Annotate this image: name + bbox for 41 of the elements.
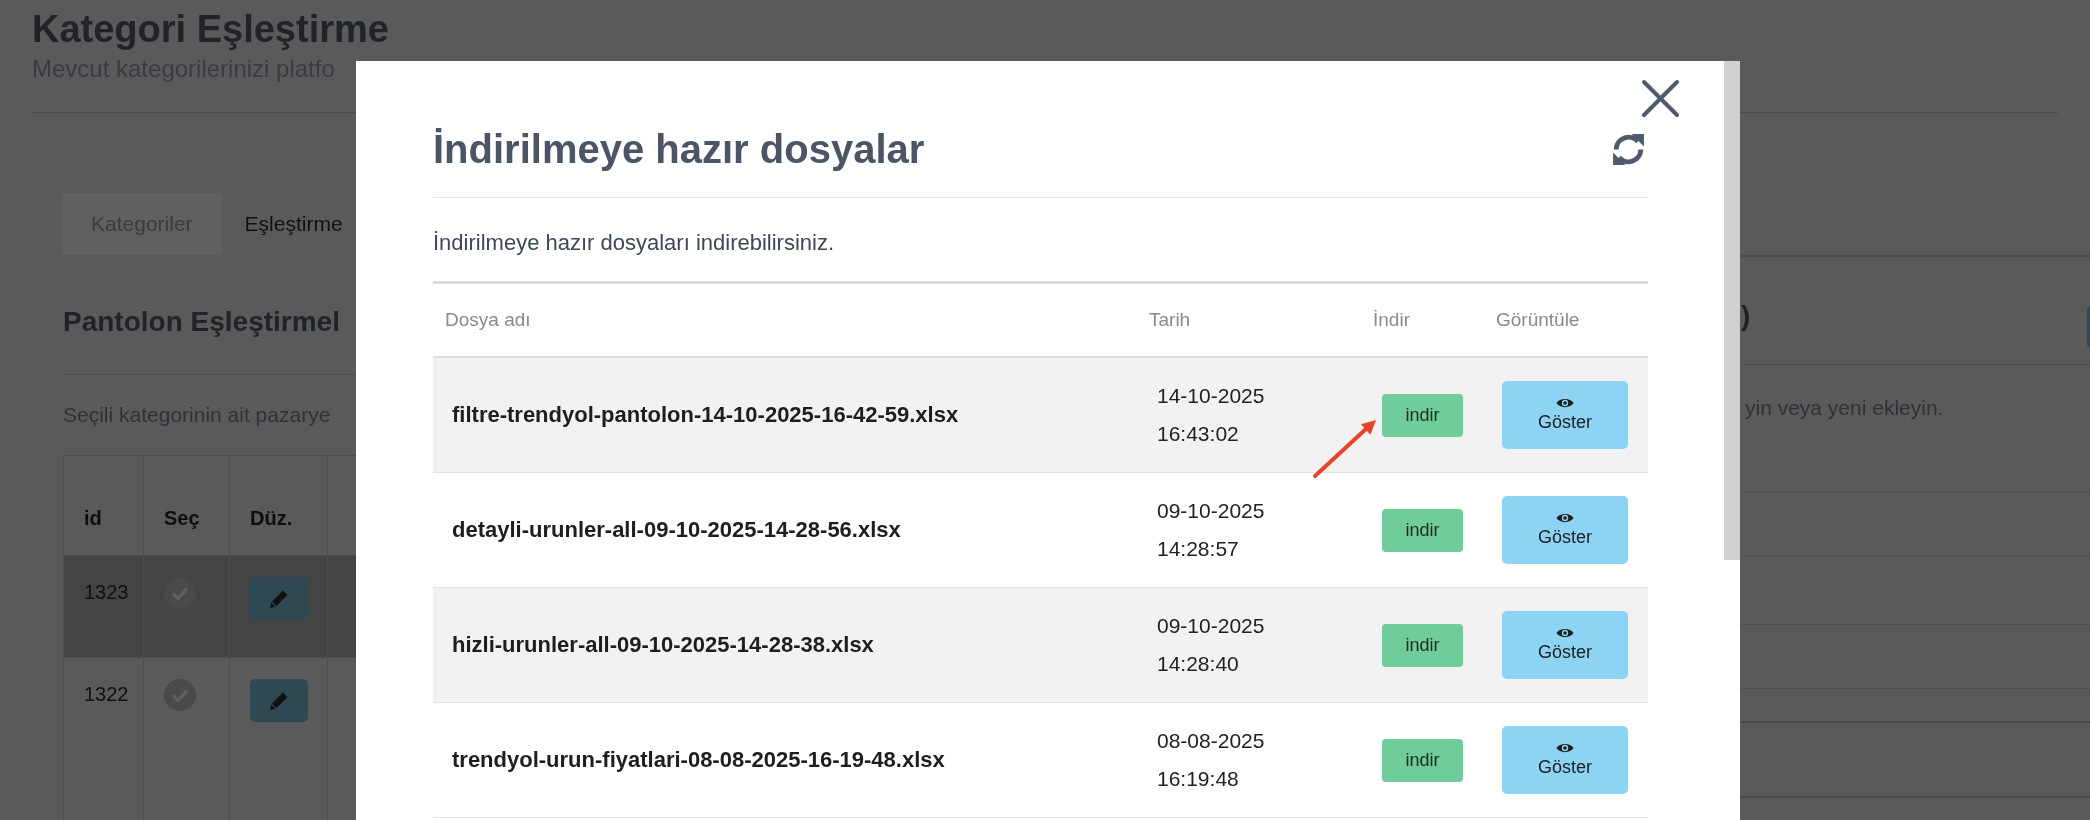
file-name: hizli-urunler-all-09-10-2025-14-28-38.xlsx xyxy=(452,632,874,657)
download-button[interactable]: indir xyxy=(1382,393,1463,437)
edit-button[interactable] xyxy=(250,679,308,722)
row-id: 1322 xyxy=(84,682,129,707)
column-header: Dosya adı xyxy=(445,309,531,330)
column-header: Seç xyxy=(164,506,200,531)
modal-description: İndirilmeye hazır dosyaları indirebilirsiniz. xyxy=(433,229,835,257)
eye-icon xyxy=(1556,512,1574,524)
view-button[interactable]: Göster xyxy=(1502,381,1628,449)
file-name: detayli-urunler-all-09-10-2025-14-28-56.xlsx xyxy=(452,517,901,542)
file-date: 08-08-2025 16:19:48 xyxy=(1157,728,1266,792)
download-button[interactable]: indir xyxy=(1382,738,1463,782)
view-button[interactable]: Göster xyxy=(1502,496,1628,564)
eye-icon xyxy=(1556,397,1574,409)
pencil-icon xyxy=(269,588,289,609)
pencil-icon xyxy=(269,690,289,711)
eye-icon xyxy=(1556,627,1574,639)
view-button[interactable]: Göster xyxy=(1502,611,1628,679)
column-header: Tarih xyxy=(1149,309,1191,330)
download-button[interactable]: indir xyxy=(1382,623,1463,667)
edit-button[interactable] xyxy=(250,577,308,620)
annotation-arrow xyxy=(1313,418,1378,478)
eye-icon xyxy=(1556,742,1574,754)
download-button[interactable]: indir xyxy=(1382,508,1463,552)
file-date: 09-10-2025 14:28:40 xyxy=(1157,613,1266,677)
cut-off-button[interactable] xyxy=(2087,307,2090,347)
column-header: Düz. xyxy=(250,506,293,531)
close-icon[interactable] xyxy=(1641,79,1680,118)
column-header: id xyxy=(84,506,102,531)
scrollbar-thumb[interactable] xyxy=(1724,61,1740,560)
file-date: 09-10-2025 14:28:57 xyxy=(1157,498,1266,562)
file-name: trendyol-urun-fiyatlari-08-08-2025-16-19-48.xlsx xyxy=(452,747,945,772)
modal-title: İndirilmeye hazır dosyalar xyxy=(433,126,925,173)
page-title: Kategori Eşleştirme xyxy=(32,7,389,52)
section-heading: ) xyxy=(1741,299,1751,333)
view-button[interactable]: Göster xyxy=(1502,726,1628,794)
file-name: filtre-trendyol-pantolon-14-10-2025-16-42-59.xlsx xyxy=(452,402,959,427)
file-date: 14-10-2025 16:43:02 xyxy=(1157,383,1266,447)
column-header: Görüntüle xyxy=(1496,309,1580,330)
column-header: İndir xyxy=(1373,309,1410,330)
section-heading: Pantolon Eşleştirmel xyxy=(63,305,340,339)
